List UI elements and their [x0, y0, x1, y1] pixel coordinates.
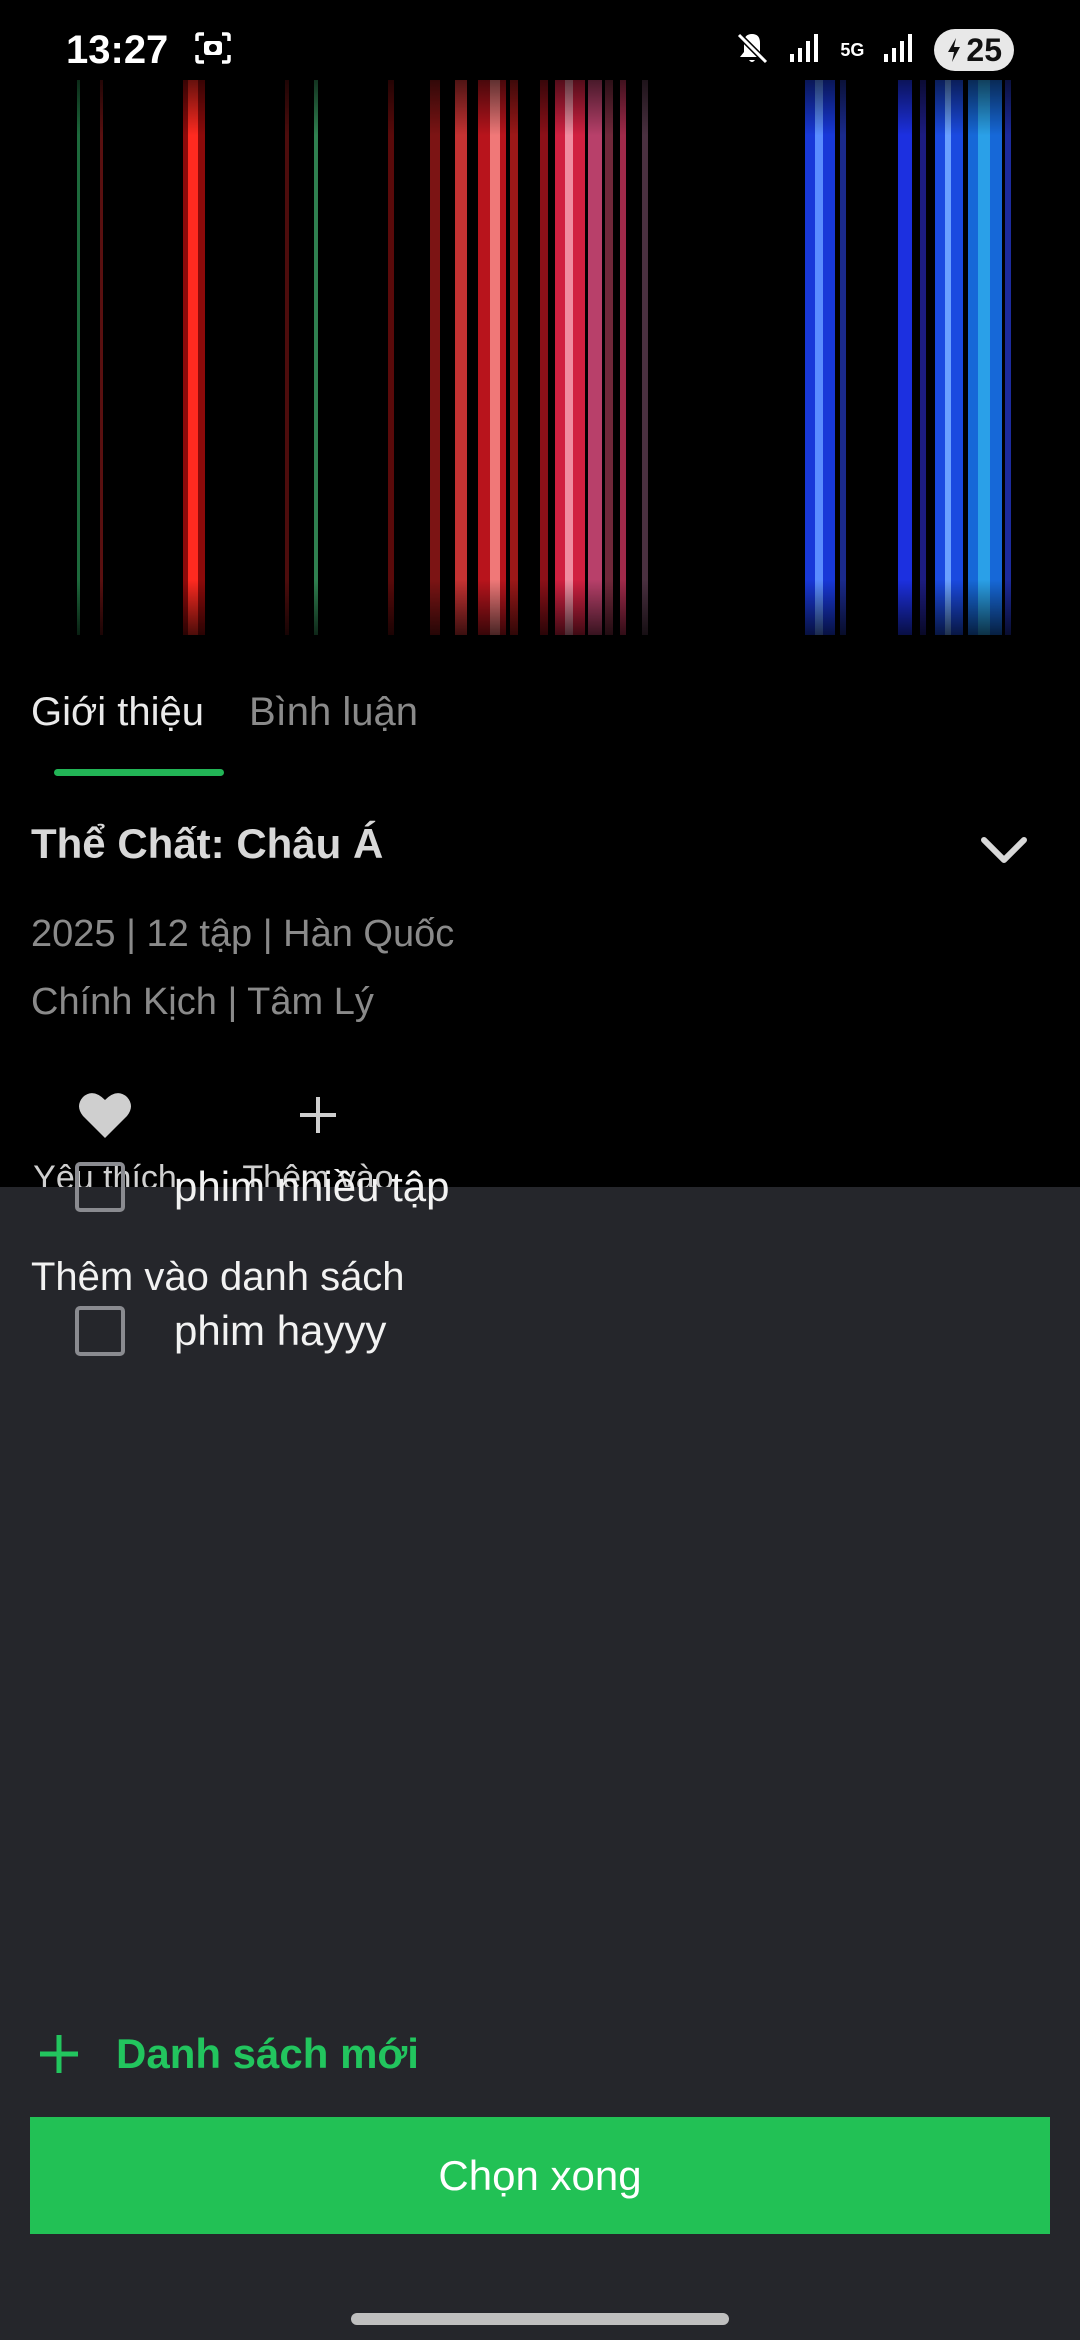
- signal-icon-2: [882, 32, 916, 69]
- video-player[interactable]: [0, 80, 1080, 635]
- plus-icon: [40, 2035, 78, 2073]
- tab-comments[interactable]: Bình luận: [249, 690, 418, 735]
- battery-charging-icon: [948, 38, 961, 62]
- list-item[interactable]: phim nhiều tập: [0, 1129, 1080, 1249]
- battery-level: 25: [966, 31, 1002, 68]
- show-meta-line1: 2025 | 12 tập | Hàn Quốc: [31, 913, 455, 955]
- list-item[interactable]: phim hayyy: [0, 1273, 1080, 1393]
- status-bar: 13:27 5G 25: [0, 0, 1080, 100]
- done-button[interactable]: Chọn xong: [30, 2117, 1050, 2234]
- home-indicator[interactable]: [351, 2313, 729, 2325]
- signal-icon: [788, 32, 822, 69]
- checkbox[interactable]: [75, 1306, 125, 1356]
- list-item-label: phim hayyy: [174, 1307, 387, 1354]
- new-list-label: Danh sách mới: [116, 2030, 419, 2077]
- tab-intro[interactable]: Giới thiệu: [31, 690, 204, 735]
- video-frame: [0, 80, 1080, 635]
- battery-indicator: 25: [934, 29, 1014, 71]
- status-time: 13:27: [66, 27, 169, 72]
- tab-indicator: [54, 769, 224, 776]
- screenshot-icon: [194, 31, 232, 70]
- checkbox[interactable]: [75, 1162, 125, 1212]
- show-title: Thể Chất: Châu Á: [31, 820, 384, 867]
- list-item-label: phim nhiều tập: [174, 1163, 450, 1210]
- show-genres: Chính Kịch | Tâm Lý: [31, 981, 374, 1023]
- network-type-label: 5G: [840, 40, 865, 60]
- mute-icon: [734, 30, 770, 71]
- tab-bar: Giới thiệu Bình luận: [0, 660, 1080, 780]
- chevron-down-icon[interactable]: [976, 828, 1032, 872]
- new-list-button[interactable]: Danh sách mới: [36, 2030, 419, 2078]
